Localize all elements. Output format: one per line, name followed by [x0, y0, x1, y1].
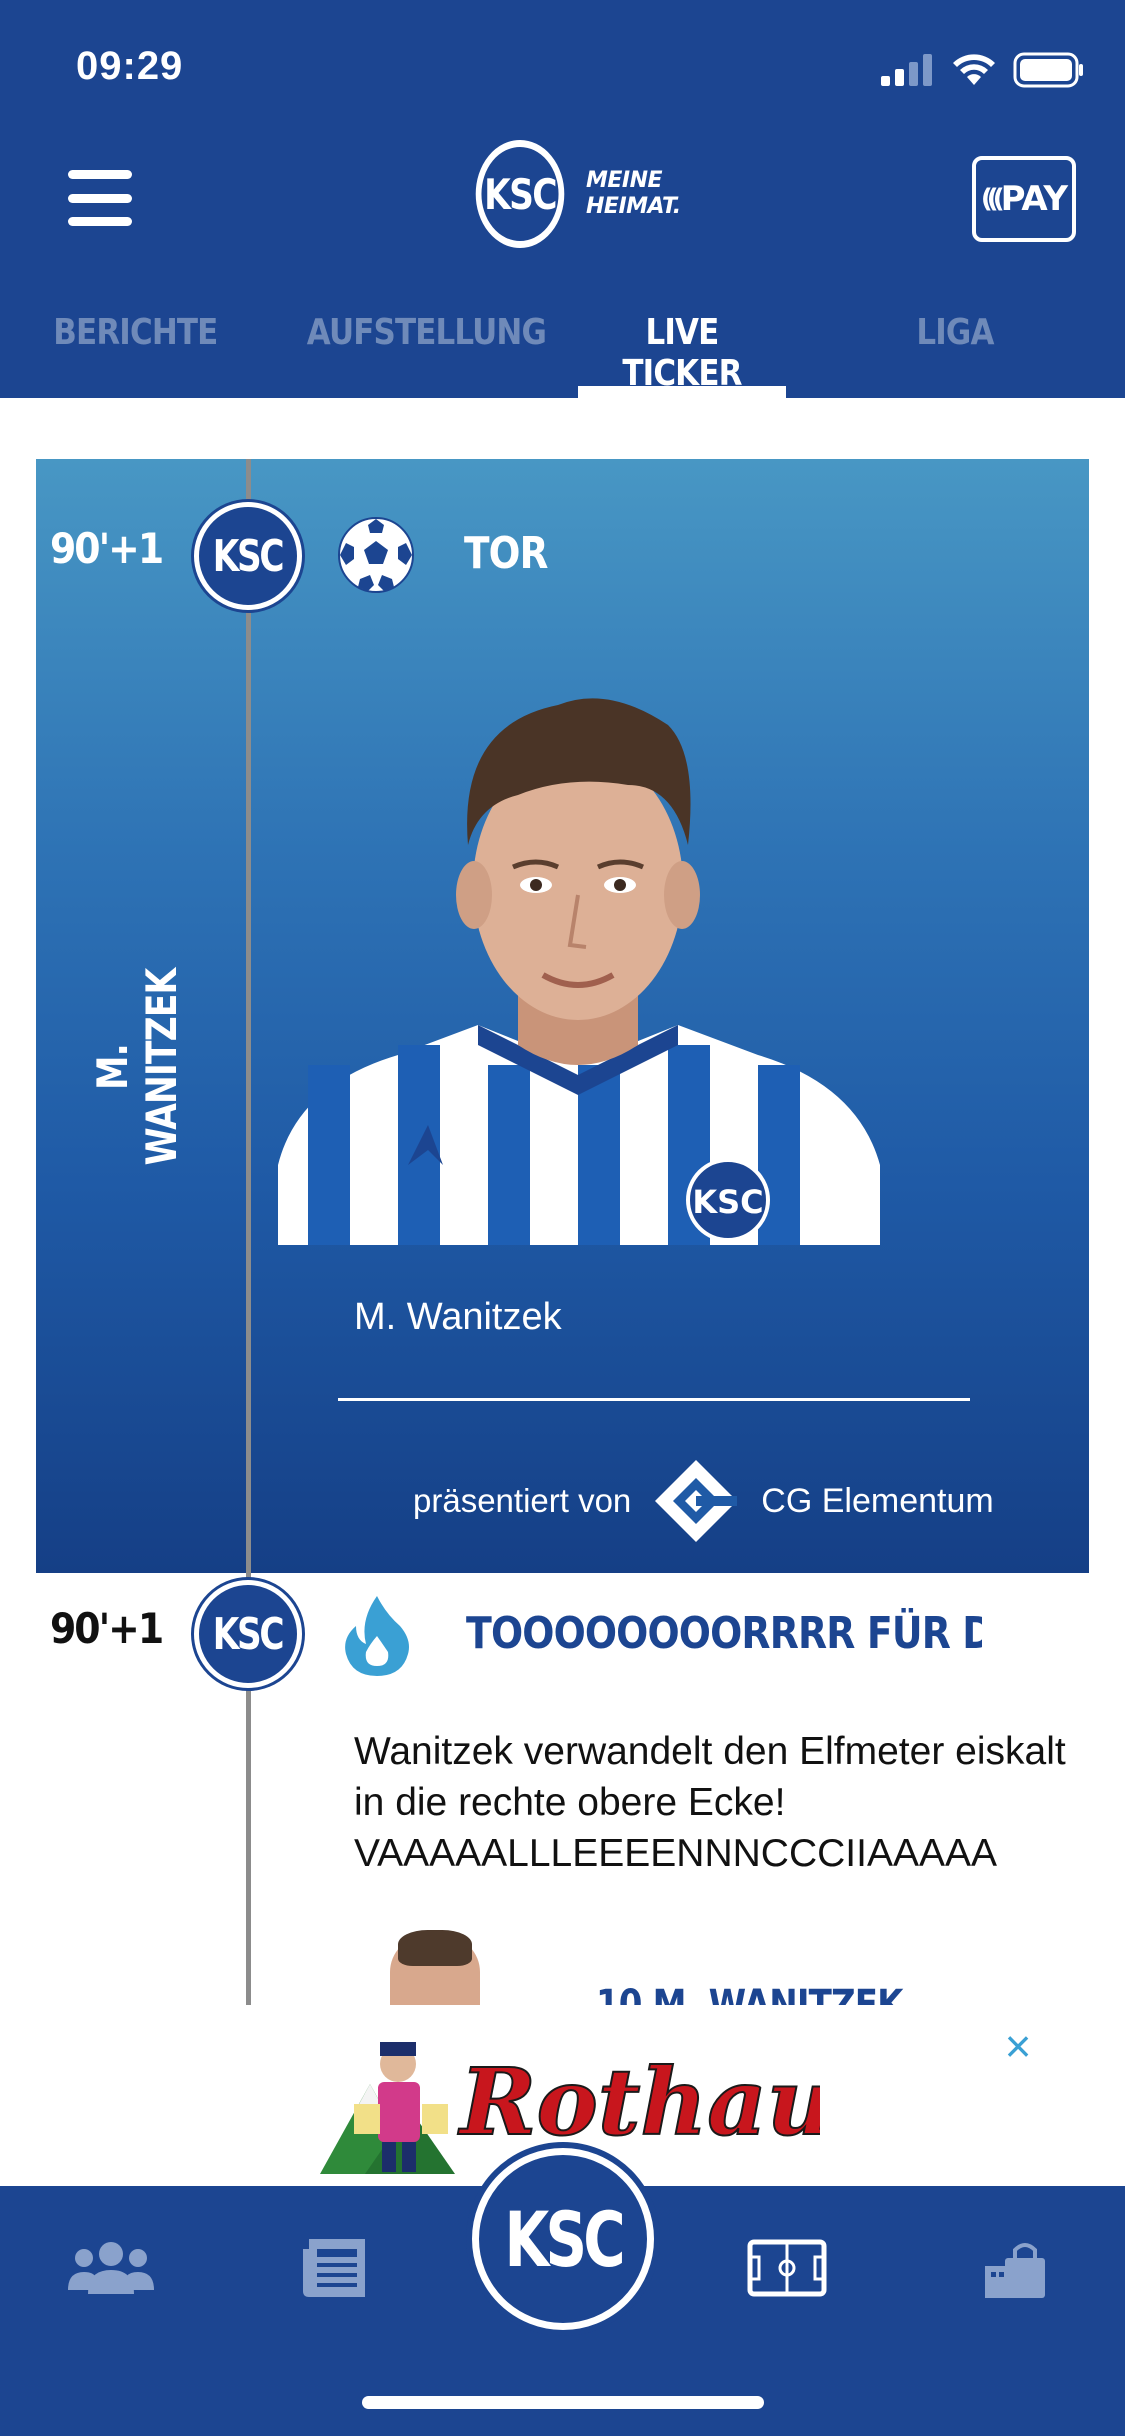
- ticker-event-body: Wanitzek verwandelt den Elfmeter eiskalt…: [354, 1730, 1066, 1875]
- status-time: 09:29: [76, 44, 184, 88]
- shirt-badge: KSC: [692, 1183, 763, 1221]
- tab-live-ticker[interactable]: LIVE TICKER: [586, 312, 779, 394]
- ticker-event-headline[interactable]: TOOOOOOOORRRR FÜR DEN K...: [466, 1608, 982, 1659]
- player-portrait-image: KSC: [278, 698, 880, 1245]
- sponsor-line: präsentiert von CG Elementum: [413, 1456, 994, 1546]
- timeline-line: [246, 459, 251, 2005]
- ksc-logo-badge: KSC: [475, 140, 565, 248]
- tab-berichte[interactable]: BERICHTE: [53, 312, 218, 382]
- player-name: M. Wanitzek: [354, 1296, 562, 1338]
- home-ksc-button[interactable]: KSC: [472, 2148, 654, 2330]
- signal-icon: [881, 54, 932, 86]
- logo-tagline: MEINE HEIMAT.: [586, 168, 681, 219]
- card-divider: [338, 1398, 970, 1401]
- team-badge: KSC: [194, 502, 302, 610]
- active-tab-indicator: [578, 386, 786, 398]
- ticker-team-badge: KSC: [194, 1580, 302, 1688]
- close-icon[interactable]: ×: [994, 2022, 1042, 2070]
- player-photo: KSC: [278, 645, 880, 1245]
- battery-icon: [1013, 52, 1083, 88]
- tab-bar: BERICHTE AUFSTELLUNG LIVE TICKER LIGA: [0, 300, 1125, 398]
- presented-by-label: präsentiert von: [413, 1482, 632, 1519]
- news-icon[interactable]: [282, 2228, 392, 2308]
- flame-icon: [345, 1596, 409, 1676]
- status-icons: [881, 50, 1085, 90]
- ticker-event-minute: 90'+1: [50, 1604, 164, 1653]
- player-name-vertical: M. WANITZEK: [88, 968, 186, 1166]
- match-field-icon[interactable]: [732, 2228, 842, 2308]
- sponsor-name: CG Elementum: [761, 1481, 994, 1520]
- tab-liga[interactable]: LIGA: [891, 312, 1020, 382]
- app-header: 09:29 KSC MEINE HEIMAT. ((( PAY BERICHTE…: [0, 0, 1125, 398]
- nfc-icon: (((: [980, 184, 1005, 214]
- soccer-ball-icon: [338, 517, 414, 593]
- event-type-label: TOR: [464, 528, 548, 579]
- tab-aufstellung[interactable]: AUFSTELLUNG: [307, 312, 547, 382]
- menu-icon[interactable]: [68, 170, 132, 226]
- player-thumbnail-hair: [398, 1930, 472, 1966]
- event-minute: 90'+1: [50, 524, 164, 573]
- wifi-icon: [953, 54, 995, 85]
- next-event-preview: 10 M. WANITZEK: [390, 1930, 1090, 2005]
- next-event-label: 10 M. WANITZEK: [596, 1982, 904, 2005]
- sponsor-logo-icon: [655, 1460, 738, 1542]
- team-icon[interactable]: [56, 2228, 166, 2308]
- pay-button[interactable]: ((( PAY: [972, 156, 1076, 242]
- club-logo: KSC MEINE HEIMAT.: [466, 140, 681, 248]
- home-indicator: [362, 2396, 764, 2409]
- shop-icon[interactable]: [960, 2228, 1070, 2308]
- ad-brand-text: Rothaus: [457, 2048, 820, 2156]
